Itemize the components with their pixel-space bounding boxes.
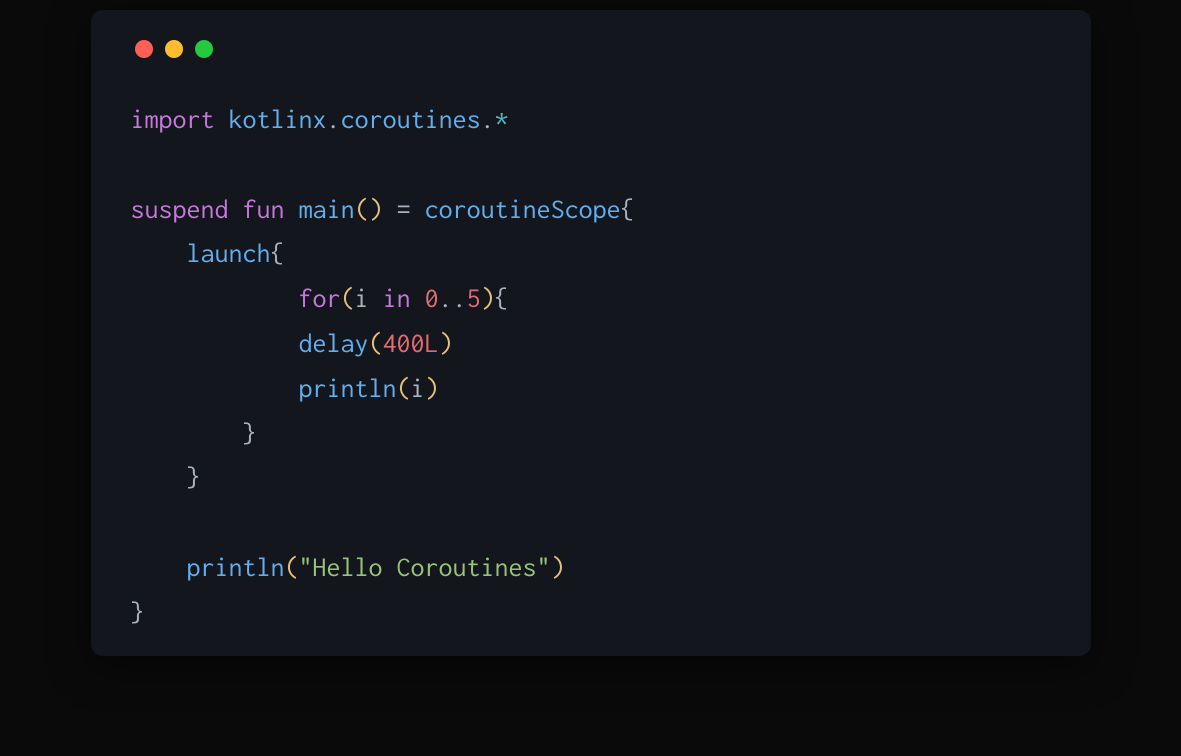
number-literal: 400L [383, 329, 439, 358]
keyword-for: for [299, 284, 341, 313]
function-launch: launch [187, 239, 271, 268]
paren-open: ( [341, 284, 355, 313]
paren-close: ) [551, 553, 565, 582]
keyword-suspend: suspend [131, 195, 229, 224]
paren-close: ) [425, 374, 439, 403]
function-main: main [299, 195, 355, 224]
variable-i: i [411, 374, 425, 403]
code-window: import kotlinx.coroutines.* suspend fun … [91, 10, 1091, 656]
brace-open: { [621, 195, 635, 224]
brace-close: } [243, 419, 257, 448]
dot-operator: . [327, 105, 341, 134]
paren-open: ( [397, 374, 411, 403]
maximize-icon[interactable] [195, 40, 213, 58]
paren-close: ) [481, 284, 495, 313]
code-editor: import kotlinx.coroutines.* suspend fun … [131, 98, 1051, 636]
package-name: coroutines [341, 105, 481, 134]
paren-open: ( [285, 553, 299, 582]
variable-i: i [355, 284, 369, 313]
function-println: println [299, 374, 397, 403]
parentheses: () [355, 195, 383, 224]
wildcard: * [495, 105, 509, 134]
paren-close: ) [439, 329, 453, 358]
brace-close: } [131, 598, 145, 627]
close-icon[interactable] [135, 40, 153, 58]
brace-open: { [271, 239, 285, 268]
number-literal: 0 [425, 284, 439, 313]
brace-open: { [495, 284, 509, 313]
equals-operator: = [383, 195, 425, 224]
function-delay: delay [299, 329, 369, 358]
paren-open: ( [369, 329, 383, 358]
range-operator: .. [439, 284, 467, 313]
window-titlebar [131, 40, 1051, 58]
keyword-in: in [369, 284, 425, 313]
function-println: println [187, 553, 285, 582]
minimize-icon[interactable] [165, 40, 183, 58]
number-literal: 5 [467, 284, 481, 313]
dot-operator: . [481, 105, 495, 134]
keyword-fun: fun [243, 195, 285, 224]
brace-close: } [187, 463, 201, 492]
string-literal: "Hello Coroutines" [299, 553, 551, 582]
function-coroutinescope: coroutineScope [425, 195, 621, 224]
keyword-import: import [131, 105, 215, 134]
package-name: kotlinx [229, 105, 327, 134]
